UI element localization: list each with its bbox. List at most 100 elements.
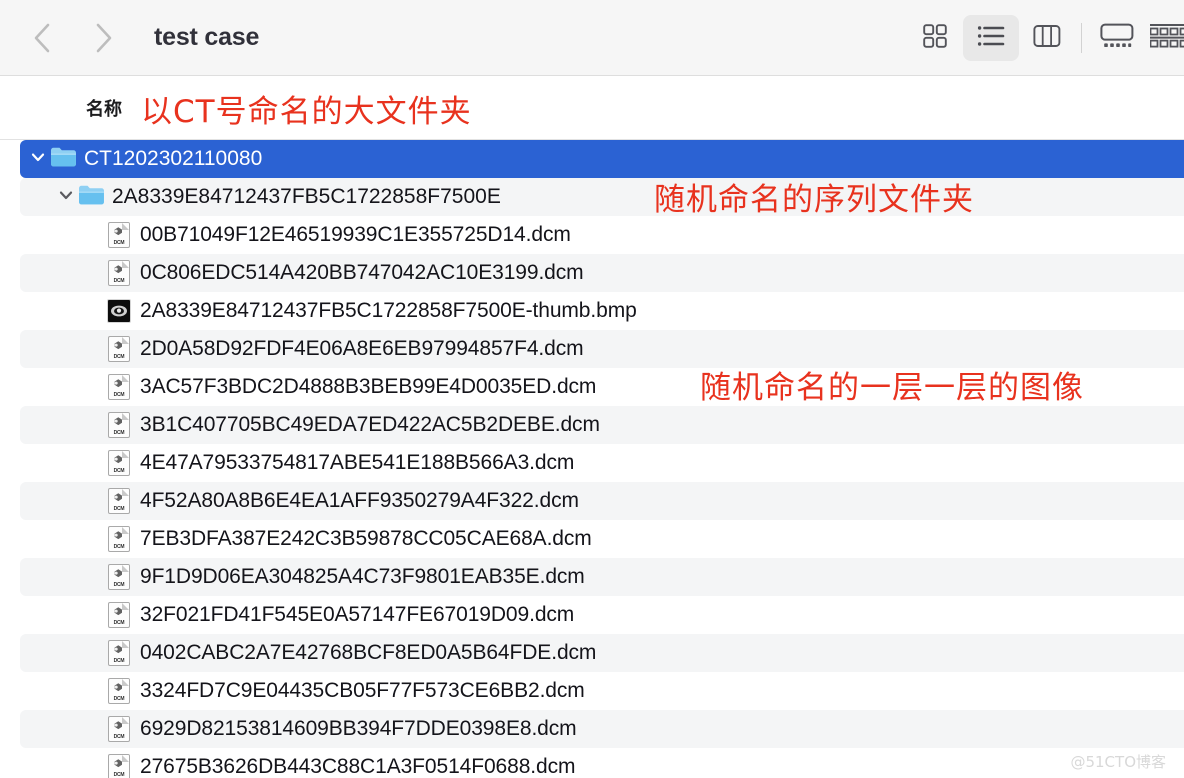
row-label: 2A8339E84712437FB5C1722858F7500E-thumb.b… <box>140 299 637 322</box>
toolbar-divider <box>1081 23 1082 53</box>
dcm-file-icon: DCM <box>108 602 130 628</box>
bmp-thumbnail-icon <box>107 299 131 323</box>
forward-button[interactable] <box>90 21 116 55</box>
file-row[interactable]: DCM 0C806EDC514A420BB747042AC10E3199.dcm <box>20 254 1184 292</box>
file-row[interactable]: 2A8339E84712437FB5C1722858F7500E-thumb.b… <box>20 292 1184 330</box>
row-icon: DCM <box>106 748 132 778</box>
file-row[interactable]: DCM 4F52A80A8B6E4EA1AFF9350279A4F322.dcm <box>20 482 1184 520</box>
file-row[interactable]: DCM 6929D82153814609BB394F7DDE0398E8.dcm <box>20 710 1184 748</box>
file-row[interactable]: DCM 7EB3DFA387E242C3B59878CC05CAE68A.dcm <box>20 520 1184 558</box>
row-icon: DCM <box>106 558 132 596</box>
row-label: 2A8339E84712437FB5C1722858F7500E <box>112 185 501 208</box>
row-label: 7EB3DFA387E242C3B59878CC05CAE68A.dcm <box>140 527 592 550</box>
column-header-name[interactable]: 名称 <box>86 95 122 121</box>
navigation-buttons <box>30 21 116 55</box>
group-by-button[interactable] <box>1146 15 1184 61</box>
dcm-file-icon: DCM <box>108 526 130 552</box>
file-row[interactable]: DCM 27675B3626DB443C88C1A3F0514F0688.dcm <box>20 748 1184 778</box>
dcm-label: DCM <box>113 582 125 588</box>
row-label: 3324FD7C9E04435CB05F77F573CE6BB2.dcm <box>140 679 585 702</box>
dcm-file-icon: DCM <box>108 412 130 438</box>
row-icon: DCM <box>106 482 132 520</box>
folder-row[interactable]: CT1202302110080 <box>20 140 1184 178</box>
folder-row[interactable]: 2A8339E84712437FB5C1722858F7500E <box>20 178 1184 216</box>
dcm-file-icon: DCM <box>108 488 130 514</box>
row-label: 3B1C407705BC49EDA7ED422AC5B2DEBE.dcm <box>140 413 600 436</box>
file-list: CT1202302110080 2A8339E84712437FB5C172285… <box>0 140 1184 778</box>
folder-icon <box>78 184 104 210</box>
dcm-label: DCM <box>113 772 125 778</box>
dcm-label: DCM <box>113 468 125 474</box>
file-row[interactable]: DCM 32F021FD41F545E0A57147FE67019D09.dcm <box>20 596 1184 634</box>
dcm-file-icon: DCM <box>108 678 130 704</box>
window-title: test case <box>154 23 260 51</box>
row-label: 2D0A58D92FDF4E06A8E6EB97994857F4.dcm <box>140 337 584 360</box>
dcm-file-icon: DCM <box>108 374 130 400</box>
view-mode-controls <box>907 0 1184 76</box>
row-label: 3AC57F3BDC2D4888B3BEB99E4D0035ED.dcm <box>140 375 597 398</box>
dcm-label: DCM <box>113 506 125 512</box>
dcm-label: DCM <box>113 240 125 246</box>
row-icon: DCM <box>106 368 132 406</box>
dcm-file-icon: DCM <box>108 336 130 362</box>
row-icon <box>78 178 104 216</box>
file-row[interactable]: DCM 0402CABC2A7E42768BCF8ED0A5B64FDE.dcm <box>20 634 1184 672</box>
dcm-label: DCM <box>113 658 125 664</box>
chevron-right-icon <box>93 21 113 55</box>
disclosure-triangle[interactable] <box>26 140 50 178</box>
row-label: 9F1D9D06EA304825A4C73F9801EAB35E.dcm <box>140 565 585 588</box>
file-row[interactable]: DCM 3AC57F3BDC2D4888B3BEB99E4D0035ED.dcm <box>20 368 1184 406</box>
group-by-icon <box>1149 23 1184 54</box>
dcm-label: DCM <box>113 734 125 740</box>
gallery-view-button[interactable] <box>1088 15 1146 61</box>
row-icon: DCM <box>106 672 132 710</box>
folder-icon <box>50 146 76 172</box>
dcm-label: DCM <box>113 354 125 360</box>
column-header-bar: 名称 <box>0 76 1184 140</box>
chevron-down-icon <box>30 149 46 170</box>
dcm-file-icon: DCM <box>108 260 130 286</box>
file-row[interactable]: DCM 00B71049F12E46519939C1E355725D14.dcm <box>20 216 1184 254</box>
row-label: 4F52A80A8B6E4EA1AFF9350279A4F322.dcm <box>140 489 579 512</box>
dcm-file-icon: DCM <box>108 450 130 476</box>
row-icon: DCM <box>106 634 132 672</box>
dcm-label: DCM <box>113 620 125 626</box>
row-label: 32F021FD41F545E0A57147FE67019D09.dcm <box>140 603 575 626</box>
row-icon <box>50 140 76 178</box>
file-row[interactable]: DCM 9F1D9D06EA304825A4C73F9801EAB35E.dcm <box>20 558 1184 596</box>
watermark: @51CTO博客 <box>1070 753 1166 771</box>
disclosure-triangle[interactable] <box>54 178 78 216</box>
dcm-file-icon: DCM <box>108 754 130 778</box>
row-icon: DCM <box>106 254 132 292</box>
gallery-view-icon <box>1100 23 1134 54</box>
dcm-file-icon: DCM <box>108 222 130 248</box>
row-label: 6929D82153814609BB394F7DDE0398E8.dcm <box>140 717 577 740</box>
row-icon <box>106 292 132 330</box>
row-label: CT1202302110080 <box>84 147 263 170</box>
file-row[interactable]: DCM 4E47A79533754817ABE541E188B566A3.dcm <box>20 444 1184 482</box>
file-row[interactable]: DCM 2D0A58D92FDF4E06A8E6EB97994857F4.dcm <box>20 330 1184 368</box>
dcm-label: DCM <box>113 696 125 702</box>
row-label: 0C806EDC514A420BB747042AC10E3199.dcm <box>140 261 584 284</box>
view-mode-segmented-control <box>907 15 1075 61</box>
file-row[interactable]: DCM 3B1C407705BC49EDA7ED422AC5B2DEBE.dcm <box>20 406 1184 444</box>
list-view-button[interactable] <box>963 15 1019 61</box>
file-row[interactable]: DCM 3324FD7C9E04435CB05F77F573CE6BB2.dcm <box>20 672 1184 710</box>
dcm-label: DCM <box>113 430 125 436</box>
list-view-icon <box>977 24 1005 53</box>
back-button[interactable] <box>30 21 56 55</box>
dcm-label: DCM <box>113 278 125 284</box>
row-icon: DCM <box>106 444 132 482</box>
toolbar: test case <box>0 0 1184 76</box>
icon-view-button[interactable] <box>907 15 963 61</box>
row-icon: DCM <box>106 710 132 748</box>
dcm-file-icon: DCM <box>108 640 130 666</box>
row-label: 4E47A79533754817ABE541E188B566A3.dcm <box>140 451 575 474</box>
row-icon: DCM <box>106 406 132 444</box>
finder-window: test case 名称 CT1202302110080 2A8339E8471… <box>0 0 1184 778</box>
column-view-button[interactable] <box>1019 15 1075 61</box>
column-view-icon <box>1033 24 1061 53</box>
row-label: 0402CABC2A7E42768BCF8ED0A5B64FDE.dcm <box>140 641 597 664</box>
row-icon: DCM <box>106 216 132 254</box>
row-label: 00B71049F12E46519939C1E355725D14.dcm <box>140 223 571 246</box>
